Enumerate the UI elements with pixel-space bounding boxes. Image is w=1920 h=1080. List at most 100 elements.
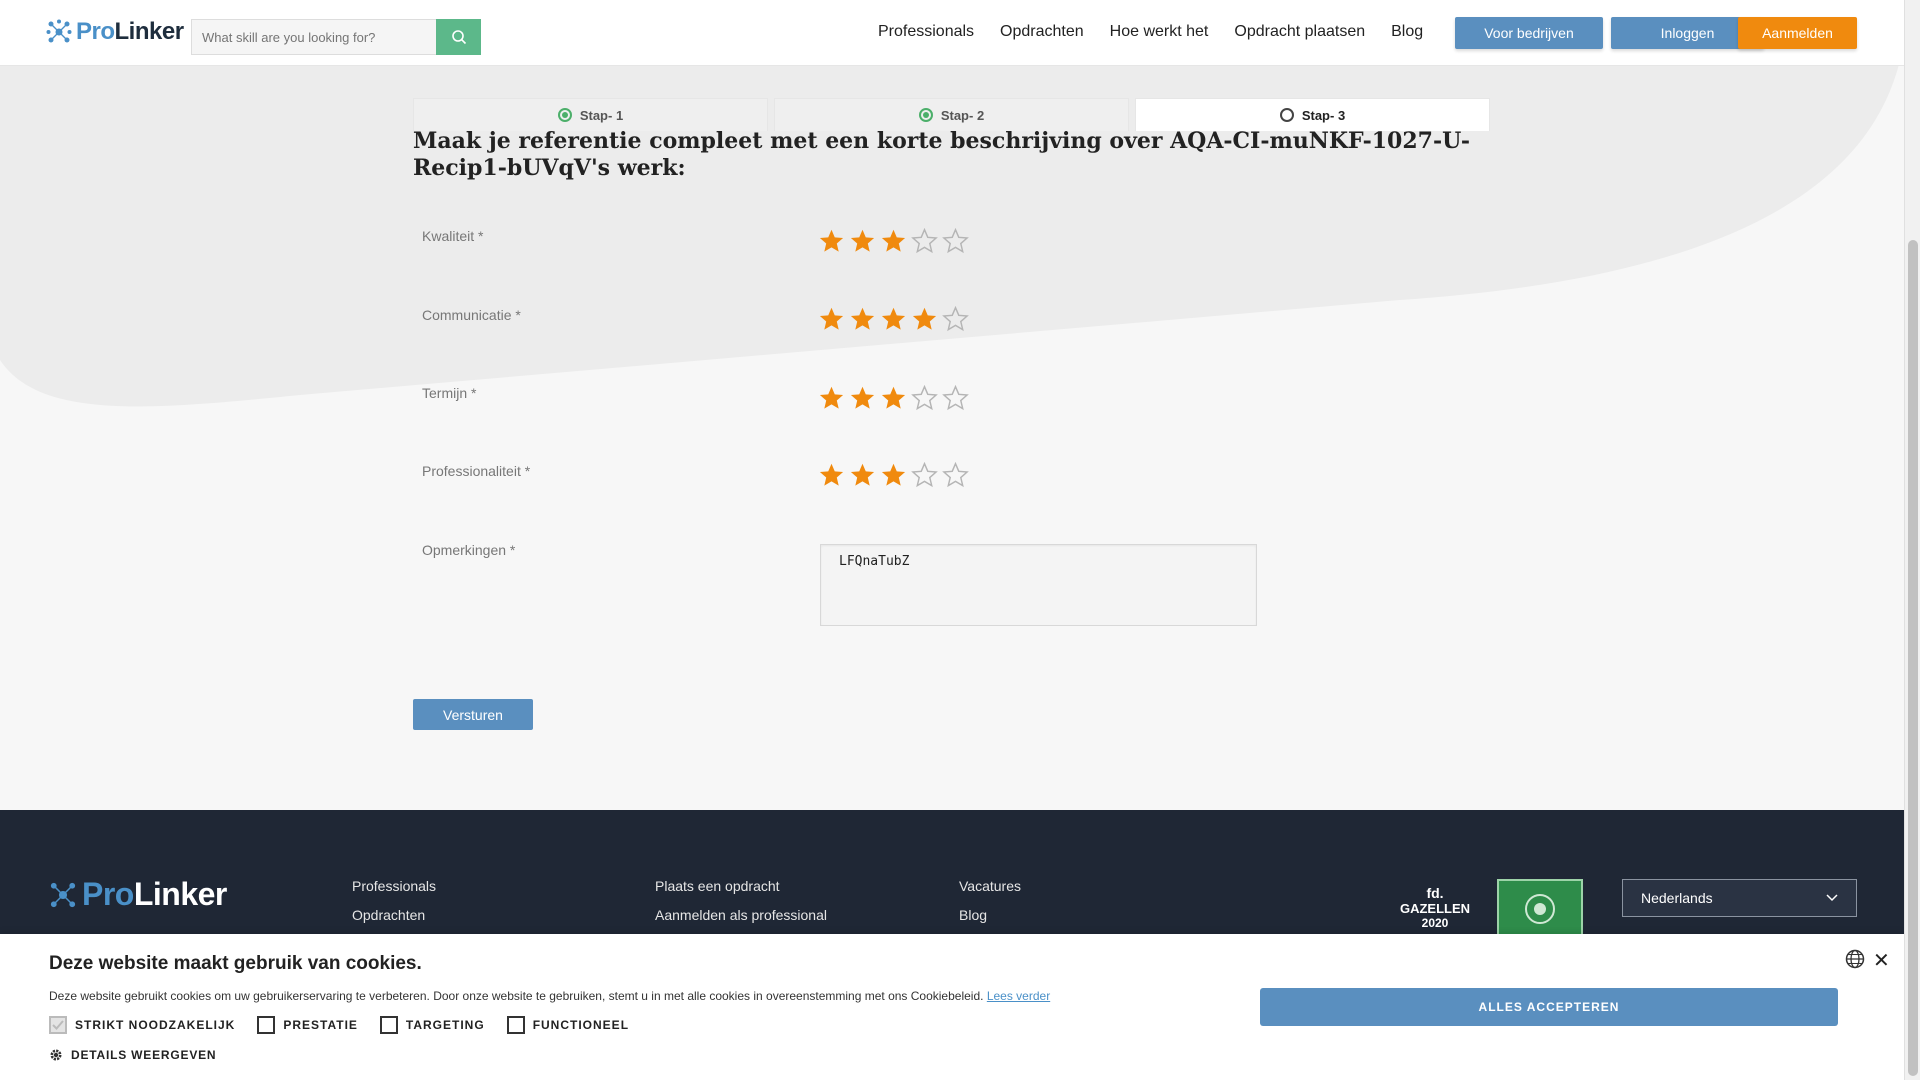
star-filled-icon[interactable] <box>849 306 876 333</box>
step-label: Stap- 2 <box>940 107 985 123</box>
language-value: Nederlands <box>1641 890 1713 906</box>
footer-link-plaats-opdracht[interactable]: Plaats een opdracht <box>655 878 827 894</box>
star-empty-icon[interactable] <box>911 462 938 489</box>
step-complete-icon <box>918 108 933 122</box>
cookie-details-toggle[interactable]: DETAILS WEERGEVEN <box>49 1048 216 1062</box>
star-empty-icon[interactable] <box>942 385 969 412</box>
footer-column-3: Vacatures Blog <box>959 878 1021 923</box>
communicatie-rating <box>818 306 969 333</box>
main-nav: Professionals Opdrachten Hoe werkt het O… <box>878 23 1423 41</box>
page-scrollbar[interactable] <box>1904 0 1920 1080</box>
star-filled-icon[interactable] <box>818 228 845 255</box>
star-empty-icon[interactable] <box>911 385 938 412</box>
search-button[interactable] <box>436 19 481 55</box>
star-filled-icon[interactable] <box>911 306 938 333</box>
chevron-down-icon <box>1826 894 1838 902</box>
star-filled-icon[interactable] <box>880 228 907 255</box>
details-label: DETAILS WEERGEVEN <box>71 1048 217 1062</box>
step-current-icon <box>1279 108 1294 122</box>
nav-opdracht-plaatsen[interactable]: Opdracht plaatsen <box>1234 23 1365 41</box>
footer-link-opdrachten[interactable]: Opdrachten <box>352 907 436 923</box>
top-header: ProLinker Professionals Opdrachten Hoe w… <box>0 0 1904 66</box>
professionaliteit-rating <box>818 462 969 489</box>
award-wreath-icon <box>1525 894 1555 924</box>
award-badge <box>1497 879 1583 939</box>
accept-all-cookies-button[interactable]: ALLES ACCEPTEREN <box>1260 988 1838 1026</box>
cookie-option-label: FUNCTIONEEL <box>532 1018 630 1032</box>
step-tab-2[interactable]: Stap- 2 <box>774 98 1129 131</box>
footer-link-vacatures[interactable]: Vacatures <box>959 878 1021 894</box>
gear-icon <box>50 1049 62 1061</box>
footer-link-aanmelden-professional[interactable]: Aanmelden als professional <box>655 907 827 923</box>
logo-linker-text: Linker <box>114 18 185 45</box>
opmerkingen-textarea[interactable]: LFQnaTubZ <box>820 544 1257 626</box>
opmerkingen-label: Opmerkingen * <box>422 542 516 558</box>
checkbox-checked-icon[interactable] <box>49 1016 67 1034</box>
communicatie-label: Communicatie * <box>422 307 521 323</box>
checkbox[interactable] <box>506 1016 525 1034</box>
star-filled-icon[interactable] <box>880 385 907 412</box>
cookie-read-more-link[interactable]: Lees verder <box>987 989 1050 1003</box>
footer-link-blog[interactable]: Blog <box>959 907 1021 923</box>
star-empty-icon[interactable] <box>942 228 969 255</box>
cookie-option-targeting[interactable]: TARGETING <box>379 1016 485 1034</box>
step-tabs: Stap- 1 Stap- 2 Stap- 3 <box>413 98 1490 131</box>
logo-pro-text: Pro <box>76 18 115 45</box>
termijn-rating <box>818 385 969 412</box>
cookie-option-prestatie[interactable]: PRESTATIE <box>257 1016 358 1034</box>
star-empty-icon[interactable] <box>942 306 969 333</box>
kwaliteit-label: Kwaliteit * <box>422 228 484 244</box>
cookie-option-strikt[interactable]: STRIKT NOODZAKELIJK <box>49 1016 235 1034</box>
nav-professionals[interactable]: Professionals <box>878 23 974 41</box>
star-filled-icon[interactable] <box>818 385 845 412</box>
checkbox[interactable] <box>257 1016 276 1034</box>
language-select[interactable]: Nederlands <box>1622 879 1857 917</box>
close-icon[interactable]: ✕ <box>1873 948 1890 973</box>
star-filled-icon[interactable] <box>818 306 845 333</box>
step-label: Stap- 1 <box>579 107 624 123</box>
kwaliteit-rating <box>818 228 969 255</box>
logo-network-icon <box>46 19 72 43</box>
cookie-title: Deze website maakt gebruik van cookies. <box>49 953 422 974</box>
search-input[interactable] <box>191 19 436 55</box>
nav-blog[interactable]: Blog <box>1391 23 1423 41</box>
star-filled-icon[interactable] <box>880 306 907 333</box>
nav-hoe-werkt-het[interactable]: Hoe werkt het <box>1110 23 1209 41</box>
versturen-button[interactable]: Versturen <box>413 699 533 730</box>
star-empty-icon[interactable] <box>942 462 969 489</box>
footer-link-professionals[interactable]: Professionals <box>352 878 436 894</box>
fd-badge-line1: fd. <box>1426 885 1444 901</box>
star-filled-icon[interactable] <box>849 385 876 412</box>
cookie-option-functioneel[interactable]: FUNCTIONEEL <box>506 1016 630 1034</box>
cookie-text-body: Deze website gebruikt cookies om uw gebr… <box>49 989 984 1003</box>
footer-column-1: Professionals Opdrachten <box>352 878 436 923</box>
search-bar <box>191 19 481 55</box>
globe-icon[interactable] <box>1845 949 1865 969</box>
cookie-option-label: STRIKT NOODZAKELIJK <box>75 1018 236 1032</box>
prolinker-logo[interactable]: ProLinker <box>46 18 184 46</box>
cookie-banner: Deze website maakt gebruik van cookies. … <box>0 934 1904 1080</box>
fd-badge-line3: 2020 <box>1421 916 1449 930</box>
checkbox[interactable] <box>379 1016 398 1034</box>
star-filled-icon[interactable] <box>880 462 907 489</box>
cookie-option-label: TARGETING <box>405 1018 485 1032</box>
nav-opdrachten[interactable]: Opdrachten <box>1000 23 1084 41</box>
step-tab-3[interactable]: Stap- 3 <box>1135 98 1490 131</box>
fd-badge-line2: GAZELLEN <box>1399 901 1471 916</box>
scrollbar-thumb[interactable] <box>1908 240 1918 1076</box>
termijn-label: Termijn * <box>422 385 477 401</box>
footer-logo[interactable]: ProLinker <box>48 876 227 913</box>
logo-linker-text: Linker <box>133 876 228 912</box>
voor-bedrijven-button[interactable]: Voor bedrijven <box>1455 17 1603 49</box>
star-filled-icon[interactable] <box>818 462 845 489</box>
cookie-text: Deze website gebruikt cookies om uw gebr… <box>49 989 1050 1003</box>
aanmelden-button[interactable]: Aanmelden <box>1738 17 1857 49</box>
star-empty-icon[interactable] <box>911 228 938 255</box>
star-filled-icon[interactable] <box>849 228 876 255</box>
logo-network-icon <box>50 882 76 907</box>
star-filled-icon[interactable] <box>849 462 876 489</box>
fd-gazellen-badge: fd. GAZELLEN 2020 <box>1395 886 1475 934</box>
cookie-option-label: PRESTATIE <box>283 1018 358 1032</box>
search-icon <box>451 30 466 45</box>
step-tab-1[interactable]: Stap- 1 <box>413 98 768 131</box>
